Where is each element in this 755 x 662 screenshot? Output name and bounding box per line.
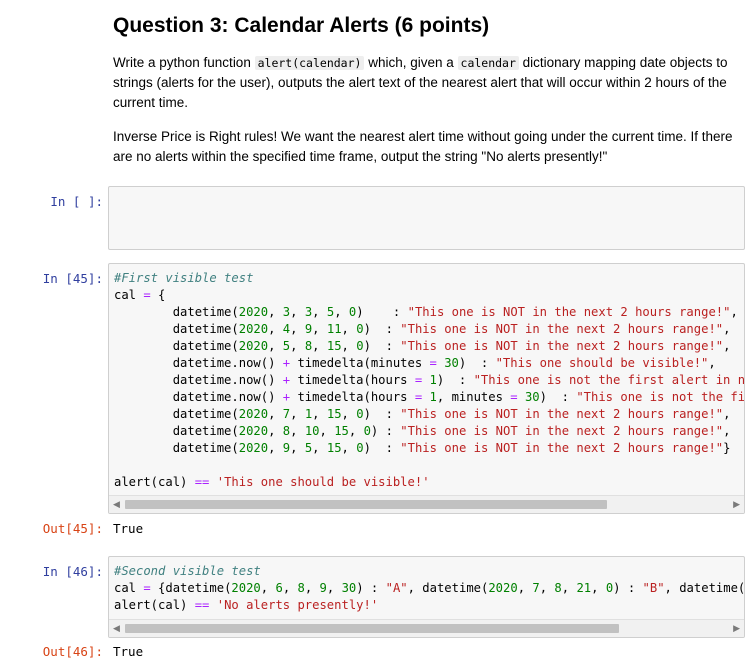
inline-code-calendar: calendar: [457, 56, 519, 70]
scroll-right-icon[interactable]: ▶: [733, 623, 740, 634]
question-description: Write a python function alert(calendar) …: [113, 53, 743, 113]
output-prompt-45: Out[45]:: [42, 521, 103, 536]
output-value-45: True: [113, 521, 144, 536]
output-value-46: True: [113, 644, 144, 659]
paragraph-2: Inverse Price is Right rules! We want th…: [113, 129, 733, 164]
rules-description: Inverse Price is Right rules! We want th…: [113, 127, 743, 167]
scroll-left-icon[interactable]: ◀: [113, 623, 120, 634]
output-prompt-46: Out[46]:: [42, 644, 103, 659]
code-cell-45[interactable]: #First visible test cal = { datetime(202…: [108, 263, 745, 514]
scrollbar-thumb-46[interactable]: [125, 624, 619, 633]
code-cell-46[interactable]: #Second visible test cal = {datetime(202…: [108, 556, 745, 638]
input-prompt-46: In [46]:: [42, 564, 103, 579]
scroll-left-icon[interactable]: ◀: [113, 499, 120, 510]
input-prompt-empty: In [ ]:: [50, 194, 103, 209]
question-title: Question 3: Calendar Alerts (6 points): [113, 14, 490, 37]
scrollbar-thumb-45[interactable]: [125, 500, 607, 509]
horizontal-scrollbar-46[interactable]: ◀ ▶: [109, 619, 744, 637]
code-editor-45[interactable]: #First visible test cal = { datetime(202…: [109, 264, 744, 491]
code-cell-empty[interactable]: [108, 186, 745, 250]
scroll-right-icon[interactable]: ▶: [733, 499, 740, 510]
paragraph-1: Write a python function alert(calendar) …: [113, 55, 728, 110]
code-editor-46[interactable]: #Second visible test cal = {datetime(202…: [109, 557, 744, 614]
horizontal-scrollbar-45[interactable]: ◀ ▶: [109, 495, 744, 513]
input-prompt-45: In [45]:: [42, 271, 103, 286]
inline-code-alert: alert(calendar): [254, 56, 365, 70]
